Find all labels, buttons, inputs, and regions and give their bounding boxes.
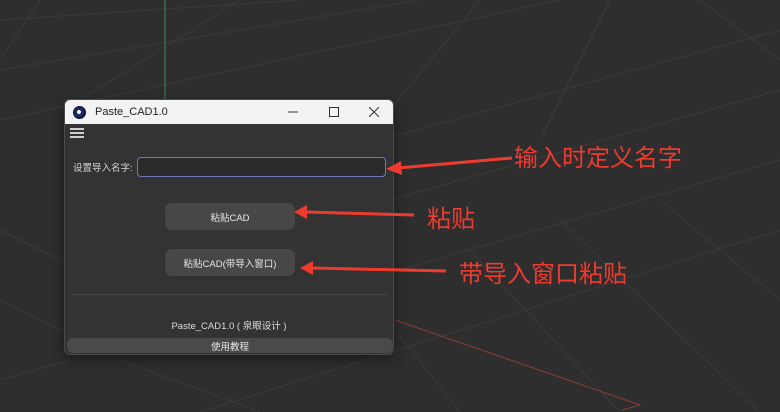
cinema4d-app-icon [73,105,86,119]
window-titlebar[interactable]: Paste_CAD1.0 [65,100,393,124]
annotation-paste-hint: 粘贴 [427,205,475,233]
window-title: Paste_CAD1.0 [95,106,168,118]
name-field-label: 设置导入名字: [73,163,133,174]
paste-cad-with-window-button[interactable]: 粘贴CAD(带导入窗口) [165,249,295,276]
paste-cad-button[interactable]: 粘贴CAD [165,203,295,230]
close-icon[interactable] [355,100,393,124]
annotation-name-hint: 输入时定义名字 [514,144,682,172]
tutorial-button[interactable]: 使用教程 [67,338,393,353]
hamburger-menu-icon[interactable] [70,128,84,139]
maximize-icon[interactable] [315,100,353,124]
paste-cad-window: Paste_CAD1.0 设置导入名字: 粘贴CAD 粘贴CAD(带导入窗口) … [64,99,394,355]
annotation-paste-window-hint: 带导入窗口粘贴 [459,260,627,288]
divider [73,294,387,295]
version-footer: Paste_CAD1.0 ( 泉眼设计 ) [171,321,287,332]
import-name-input[interactable] [137,157,386,177]
minimize-icon[interactable] [274,100,312,124]
